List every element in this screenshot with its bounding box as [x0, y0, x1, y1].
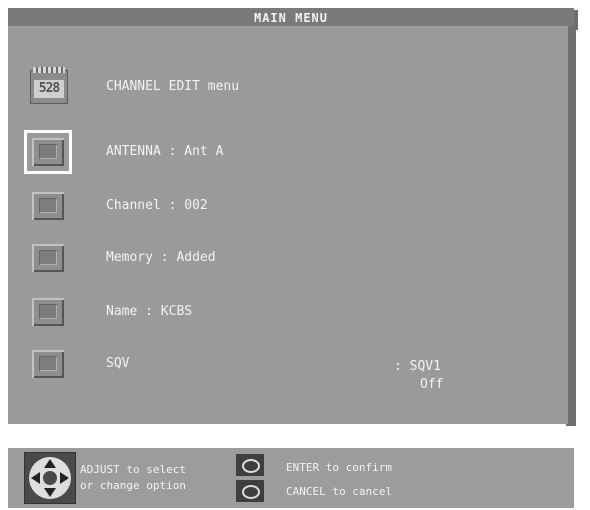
tv-osd-screen: MAIN MENU 528 CHANNEL EDIT menu ANTENNA … [0, 0, 590, 510]
enter-button-icon [236, 454, 264, 476]
cancel-help-text: CANCEL to cancel [286, 485, 392, 498]
menu-item-name[interactable]: Name : KCBS [8, 292, 568, 336]
name-button-icon[interactable] [32, 298, 64, 326]
sqv-label: SQV [106, 356, 130, 371]
dpad-icon [24, 452, 76, 504]
memory-button-icon[interactable] [32, 244, 64, 272]
menu-item-memory[interactable]: Memory : Added [8, 238, 568, 282]
channel-edit-icon-digits: 528 [34, 80, 64, 98]
sqv-button-icon[interactable] [32, 350, 64, 378]
memory-label: Memory : Added [106, 250, 216, 265]
main-menu-title: MAIN MENU [8, 8, 574, 28]
name-label: Name : KCBS [106, 304, 193, 319]
menu-item-antenna[interactable]: ANTENNA : Ant A [8, 130, 568, 176]
help-bar: ADJUST to select or change option ENTER … [8, 448, 574, 508]
sqv-value-off: Off [420, 377, 444, 392]
antenna-button-icon[interactable] [24, 130, 72, 174]
channel-edit-title: CHANNEL EDIT menu [106, 79, 240, 94]
channel-edit-icon: 528 [30, 67, 68, 104]
cancel-button-icon [236, 480, 264, 502]
spiral-binding-icon [33, 67, 65, 73]
antenna-label: ANTENNA : Ant A [106, 144, 224, 159]
channel-label: Channel : 002 [106, 198, 208, 213]
channel-button-icon[interactable] [32, 192, 64, 220]
sqv-value: : SQV1 [394, 359, 441, 374]
adjust-help-line1: ADJUST to select [80, 463, 186, 476]
menu-item-sqv[interactable]: SQV [8, 344, 568, 388]
adjust-help-line2: or change option [80, 479, 186, 492]
enter-help-text: ENTER to confirm [286, 461, 392, 474]
menu-item-channel[interactable]: Channel : 002 [8, 186, 568, 230]
menu-panel: 528 CHANNEL EDIT menu ANTENNA : Ant A Ch… [8, 26, 568, 424]
